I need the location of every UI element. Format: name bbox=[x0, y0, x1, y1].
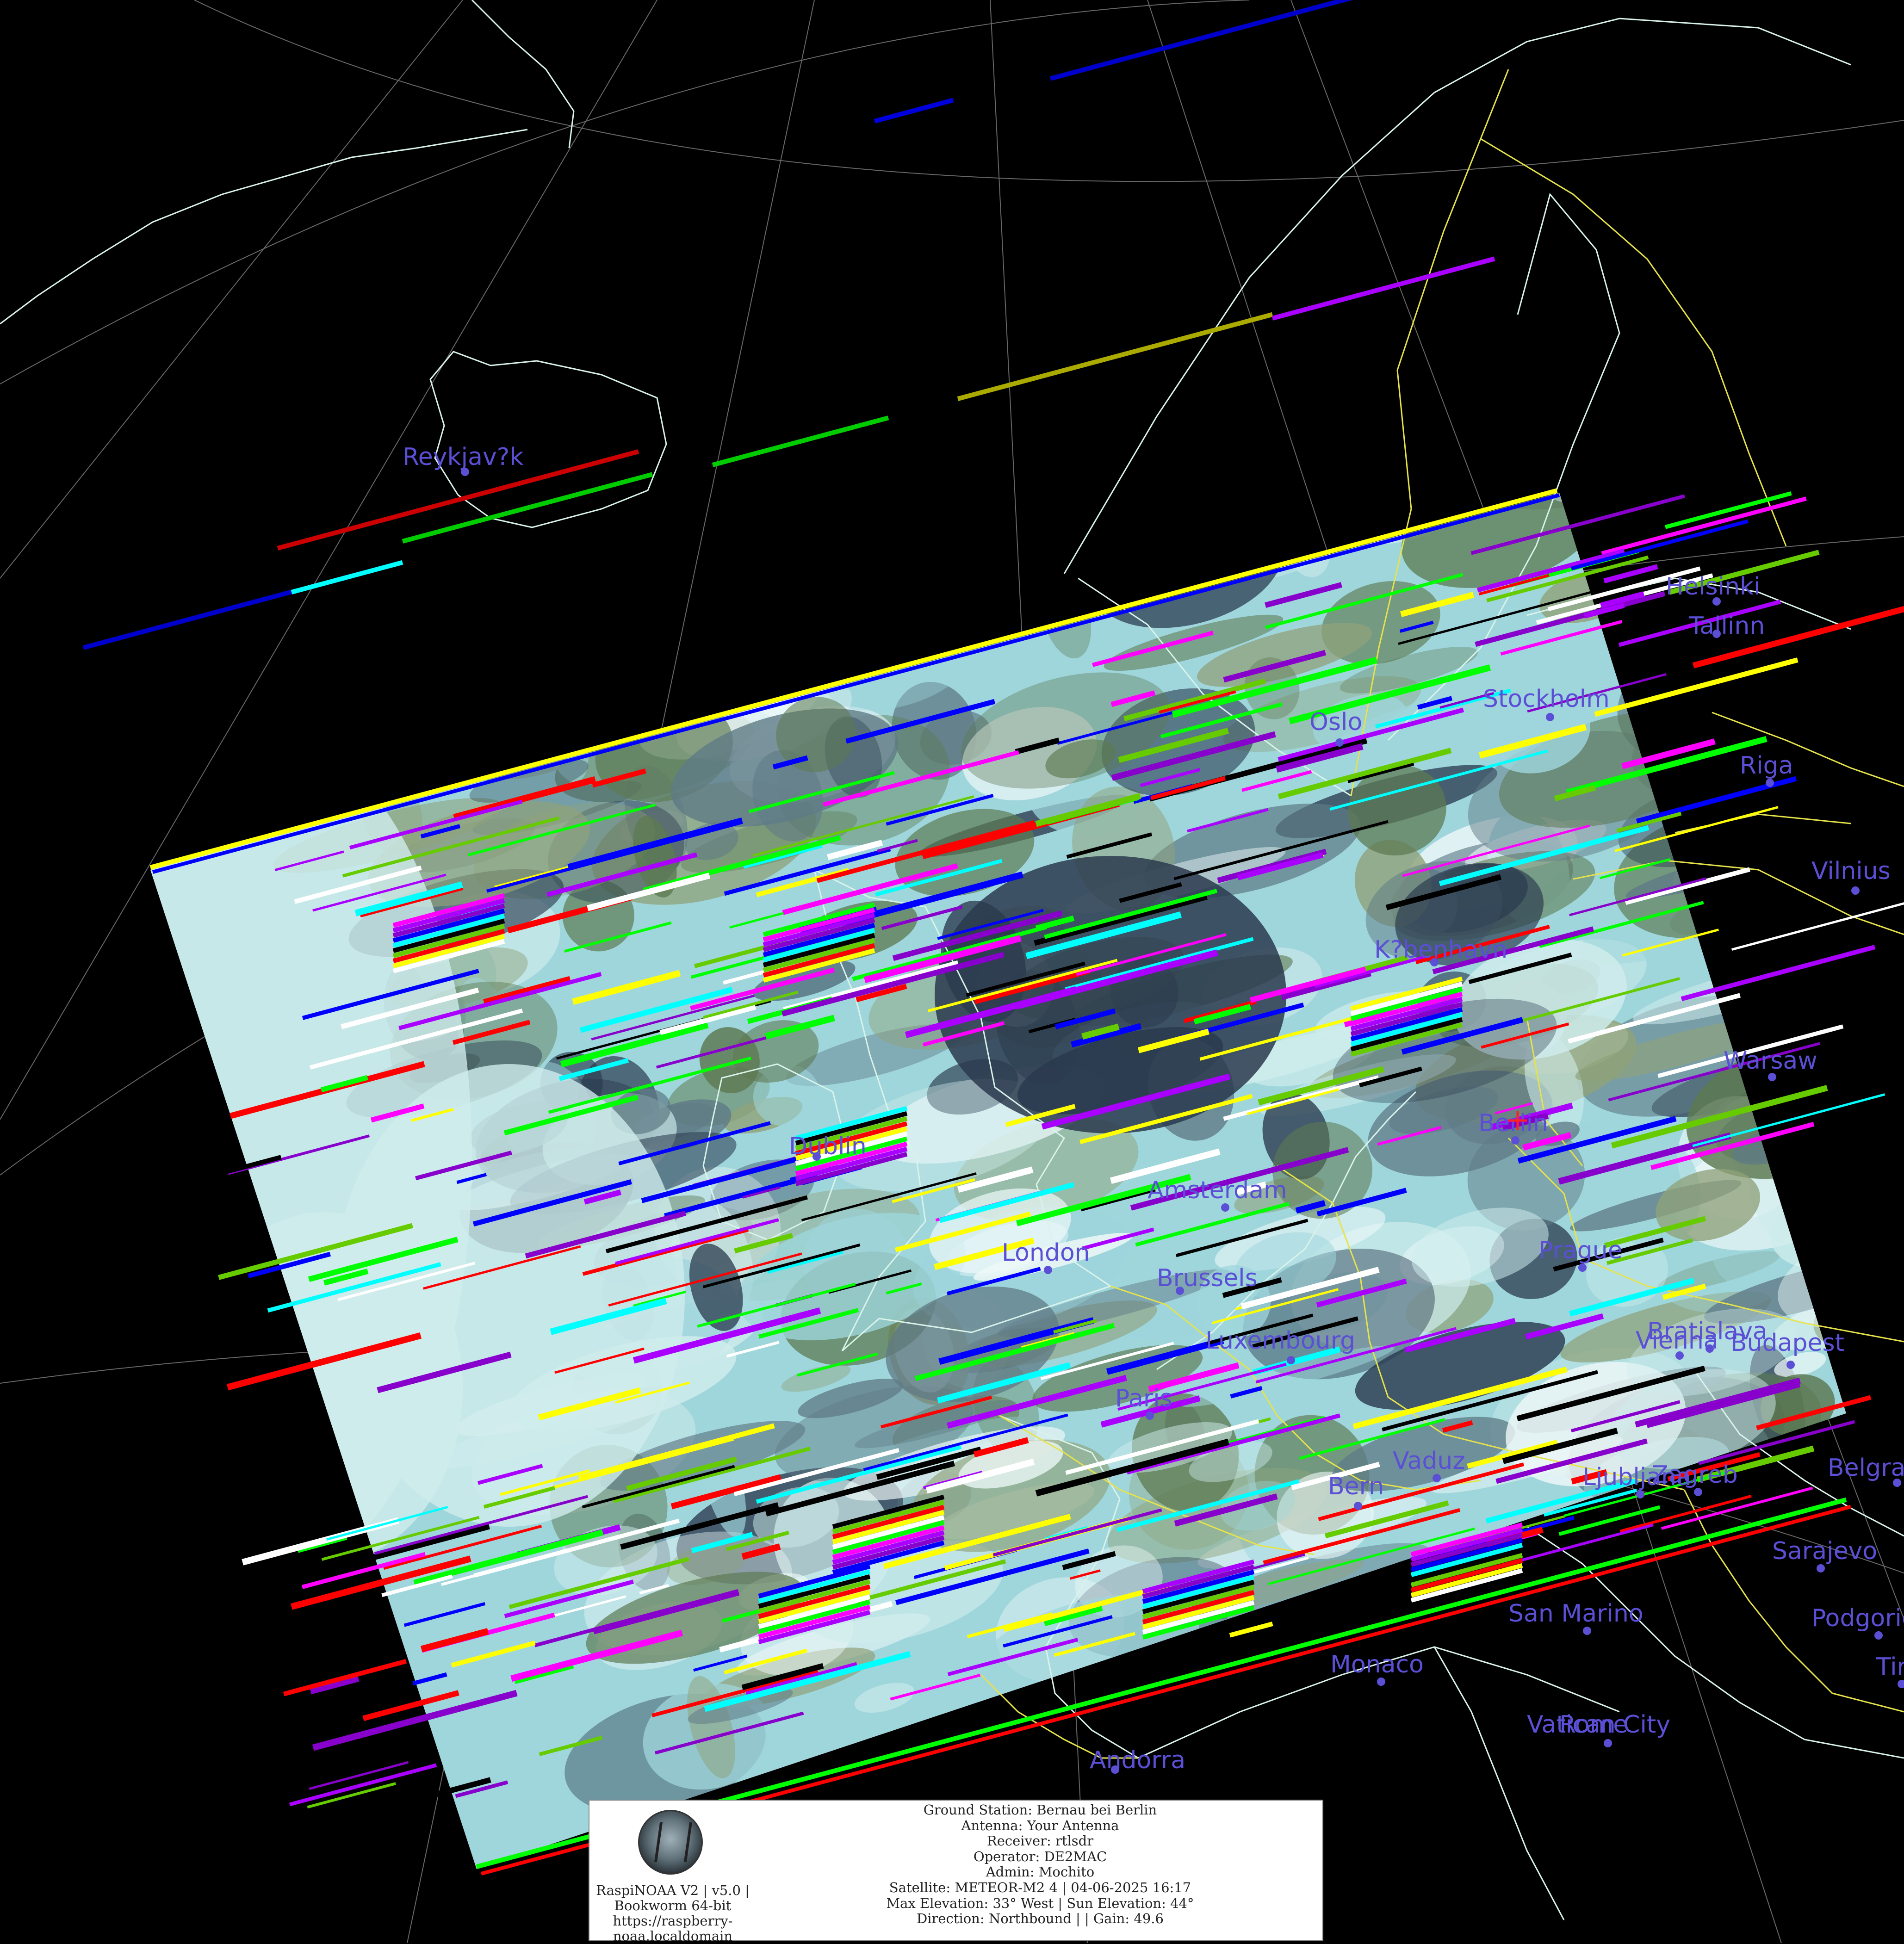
software-line: Bookworm 64-bit bbox=[614, 1898, 732, 1913]
elevation-line: Max Elevation: 33° West | Sun Elevation:… bbox=[886, 1895, 1194, 1911]
satellite-line: Satellite: METEOR-M2 4 | 04-06-2025 16:1… bbox=[889, 1879, 1191, 1895]
city-dot bbox=[1786, 1361, 1795, 1369]
software-line: noaa.localdomain bbox=[613, 1928, 733, 1944]
city-dot bbox=[1377, 1678, 1385, 1686]
city-label: Dublin bbox=[789, 1133, 867, 1160]
admin-line: Admin: Mochito bbox=[986, 1864, 1095, 1880]
city-dot bbox=[1851, 886, 1860, 895]
city-dot bbox=[1044, 1266, 1052, 1274]
pass-details: Ground Station: Bernau bei Berlin Antenn… bbox=[756, 1802, 1324, 1927]
city-label: Berlin bbox=[1478, 1109, 1548, 1137]
city-label: Prague bbox=[1538, 1237, 1623, 1264]
city-dot bbox=[1546, 713, 1554, 721]
city-label: Podgorica bbox=[1811, 1604, 1904, 1632]
city-label: Vaduz bbox=[1393, 1447, 1465, 1475]
software-line: https://raspberry- bbox=[613, 1913, 733, 1929]
city-dot bbox=[1221, 1203, 1229, 1212]
city-dot bbox=[1433, 1474, 1441, 1482]
city-label: Helsinki bbox=[1666, 573, 1761, 601]
city-label: San Marino bbox=[1508, 1600, 1644, 1628]
city-label: Andorra bbox=[1090, 1746, 1185, 1774]
city-label: London bbox=[1002, 1239, 1090, 1267]
operator-line: Operator: DE2MAC bbox=[973, 1848, 1107, 1864]
raspinoaa-logo bbox=[638, 1810, 703, 1875]
software-line: RaspiNOAA V2 | v5.0 | bbox=[596, 1882, 750, 1898]
receiver-line: Receiver: rtlsdr bbox=[986, 1833, 1094, 1849]
city-label: Zagreb bbox=[1652, 1461, 1738, 1489]
city-dot bbox=[1578, 1263, 1587, 1272]
city-label: Tallinn bbox=[1688, 612, 1765, 640]
direction-line: Direction: Northbound | | Gain: 49.6 bbox=[917, 1911, 1164, 1927]
city-label: Vilnius bbox=[1811, 857, 1891, 885]
city-dot bbox=[1511, 1136, 1519, 1145]
city-dot bbox=[1354, 1502, 1362, 1510]
city-dot bbox=[1766, 779, 1774, 787]
city-dot bbox=[1874, 1631, 1883, 1640]
city-label: Brussels bbox=[1157, 1264, 1258, 1292]
city-label: Bern bbox=[1328, 1473, 1384, 1500]
city-dot bbox=[1694, 1488, 1702, 1496]
city-dot bbox=[1287, 1356, 1295, 1364]
antenna-line: Antenna: Your Antenna bbox=[961, 1817, 1119, 1833]
satellite-map: Reykjav?k Helsinki Tallinn Oslo Stockholm Rig… bbox=[0, 0, 1904, 1943]
city-label: Amsterdam bbox=[1147, 1176, 1287, 1204]
city-label: Tirana bbox=[1876, 1653, 1904, 1681]
city-dot bbox=[1583, 1627, 1591, 1635]
software-info: RaspiNOAA V2 | v5.0 | Bookworm 64-bit ht… bbox=[589, 1883, 756, 1944]
city-label: Belgrade bbox=[1828, 1454, 1904, 1482]
city-label: Rome bbox=[1559, 1711, 1628, 1739]
city-label: Reykjav?k bbox=[403, 443, 523, 471]
city-dot bbox=[1146, 1412, 1154, 1420]
city-label: Monaco bbox=[1330, 1651, 1424, 1678]
city-label: K?benhavn bbox=[1374, 936, 1507, 964]
city-label: Vienna bbox=[1636, 1327, 1718, 1355]
info-panel: RaspiNOAA V2 | v5.0 | Bookworm 64-bit ht… bbox=[589, 1800, 1324, 1944]
ground-station-line: Ground Station: Bernau bei Berlin bbox=[923, 1802, 1157, 1818]
city-label: Oslo bbox=[1309, 708, 1362, 736]
city-label: Stockholm bbox=[1483, 685, 1610, 713]
city-label: Luxembourg bbox=[1205, 1327, 1355, 1355]
city-label: Paris bbox=[1115, 1385, 1172, 1412]
city-label: Budapest bbox=[1730, 1329, 1844, 1357]
city-dot bbox=[1335, 738, 1344, 747]
city-label: Riga bbox=[1740, 752, 1793, 780]
city-dot bbox=[1636, 1490, 1644, 1498]
city-label: Warsaw bbox=[1724, 1047, 1817, 1075]
city-dot bbox=[1604, 1739, 1612, 1747]
city-label: Sarajevo bbox=[1772, 1537, 1877, 1565]
city-dot bbox=[1817, 1564, 1825, 1573]
